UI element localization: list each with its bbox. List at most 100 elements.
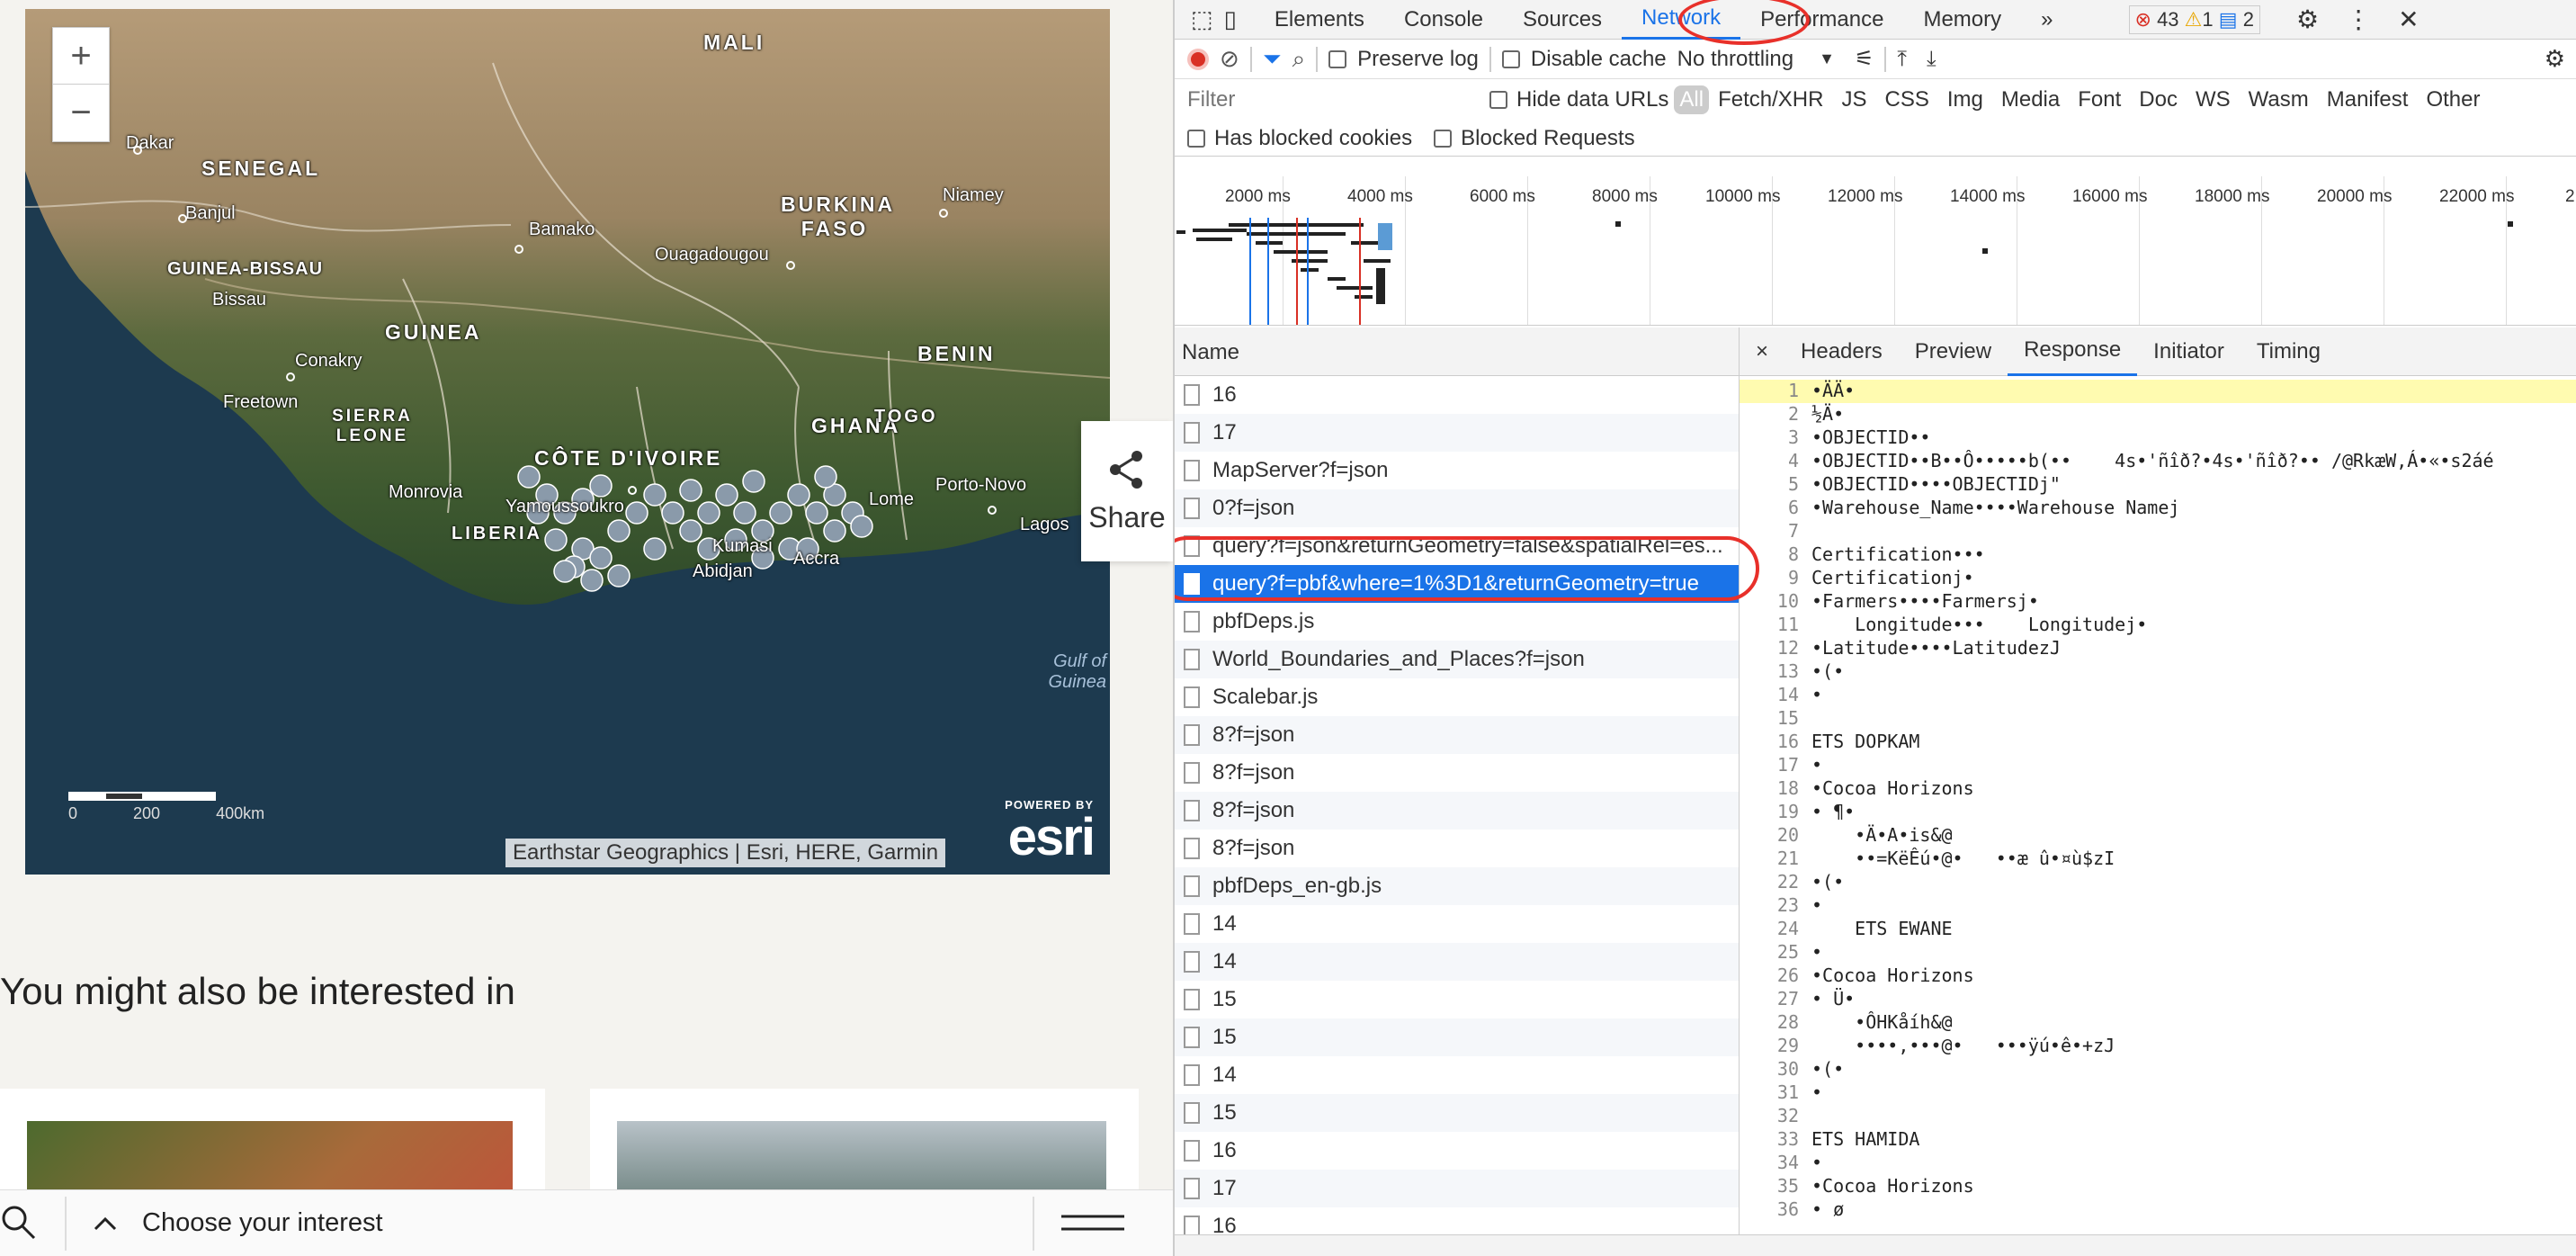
- request-list[interactable]: 16 17 MapServer?f=json 0?f=json query?f=json…: [1175, 376, 1740, 1240]
- response-body[interactable]: 1 •ÄÄ• 2 ½Ä• 3 •OBJECTID•• 4 •OBJECTID••B••Ô•••…: [1740, 380, 2576, 1222]
- request-row[interactable]: World_Boundaries_and_Places?f=json: [1175, 641, 1739, 678]
- choose-interest-label[interactable]: Choose your interest: [142, 1208, 383, 1238]
- blocked-requests-label: Blocked Requests: [1461, 125, 1635, 150]
- filter-type-all[interactable]: All: [1674, 85, 1710, 114]
- filter-type-media[interactable]: Media: [1992, 87, 2069, 112]
- settings-gear-icon[interactable]: ⚙: [2296, 4, 2319, 34]
- device-toolbar-icon[interactable]: ▯: [1224, 5, 1237, 33]
- clear-icon[interactable]: ⊘: [1220, 45, 1239, 73]
- tab-console[interactable]: Console: [1384, 0, 1503, 40]
- request-row[interactable]: 17: [1175, 414, 1739, 452]
- network-settings-icon[interactable]: ⚙: [2545, 45, 2565, 73]
- zoom-in-button[interactable]: +: [53, 28, 109, 85]
- filter-type-css[interactable]: CSS: [1875, 87, 1937, 112]
- request-row[interactable]: pbfDeps.js: [1175, 603, 1739, 641]
- tab-timing[interactable]: Timing: [2241, 327, 2337, 376]
- filter-type-img[interactable]: Img: [1938, 87, 1992, 112]
- share-button[interactable]: Share: [1081, 421, 1173, 561]
- record-icon[interactable]: [1187, 48, 1209, 70]
- chevron-up-icon[interactable]: [92, 1215, 119, 1233]
- request-row[interactable]: 0?f=json: [1175, 489, 1739, 527]
- disable-cache-checkbox[interactable]: [1501, 49, 1520, 68]
- filter-type-font[interactable]: Font: [2069, 87, 2130, 112]
- line-text: •OBJECTID••B••Ô•••••b(•• 4s•'ñîð?•4s•'ñî…: [1811, 450, 2494, 471]
- close-devtools-icon[interactable]: ✕: [2398, 4, 2419, 34]
- blocked-cookies-checkbox[interactable]: [1187, 129, 1205, 148]
- filter-type-doc[interactable]: Doc: [2130, 87, 2187, 112]
- request-row[interactable]: 14: [1175, 905, 1739, 943]
- request-row[interactable]: 8?f=json: [1175, 754, 1739, 792]
- hide-data-urls-checkbox[interactable]: [1489, 91, 1507, 109]
- menu-icon[interactable]: [1061, 1213, 1124, 1234]
- file-icon: [1184, 1027, 1200, 1048]
- request-row[interactable]: 14: [1175, 1056, 1739, 1094]
- line-text: ETS EWANE: [1811, 918, 1953, 939]
- more-tabs-button[interactable]: »: [2021, 0, 2072, 40]
- timeline-tick: 6000 ms: [1470, 187, 1535, 206]
- request-row[interactable]: 15: [1175, 981, 1739, 1018]
- filter-type-ws[interactable]: WS: [2187, 87, 2240, 112]
- close-detail-button[interactable]: ×: [1740, 327, 1784, 376]
- request-row[interactable]: Scalebar.js: [1175, 678, 1739, 716]
- request-name: 14: [1212, 949, 1237, 973]
- tab-headers[interactable]: Headers: [1784, 327, 1899, 376]
- line-text: •: [1811, 894, 1823, 916]
- file-icon: [1184, 422, 1200, 444]
- zoom-out-button[interactable]: −: [53, 85, 109, 141]
- code-line: 9 Certificationj•: [1740, 567, 2576, 590]
- import-har-icon[interactable]: ⤒: [1897, 47, 1907, 72]
- map-view[interactable]: + − MALI SENEGAL BURKINA FASO GUINEA BEN…: [25, 9, 1110, 875]
- line-text: ½Ä•: [1811, 403, 1845, 425]
- preserve-log-checkbox[interactable]: [1328, 49, 1347, 68]
- hide-data-urls-label: Hide data URLs: [1516, 87, 1669, 112]
- request-row[interactable]: 17: [1175, 1170, 1739, 1207]
- tab-preview[interactable]: Preview: [1899, 327, 2008, 376]
- line-text: •ÔHKåíh&@: [1811, 1011, 1953, 1033]
- throttling-select[interactable]: No throttling: [1677, 47, 1793, 72]
- request-row[interactable]: 15: [1175, 1018, 1739, 1056]
- file-icon: [1184, 762, 1200, 784]
- esri-wordmark: esri: [1007, 808, 1096, 866]
- request-row[interactable]: 15: [1175, 1094, 1739, 1132]
- filter-type-other[interactable]: Other: [2417, 87, 2489, 112]
- timeline-tick: 18000 ms: [2195, 187, 2270, 206]
- code-line: 30 •(•: [1740, 1058, 2576, 1081]
- tab-memory[interactable]: Memory: [1903, 0, 2021, 40]
- tab-sources[interactable]: Sources: [1503, 0, 1622, 40]
- request-row[interactable]: pbfDeps_en-gb.js: [1175, 867, 1739, 905]
- tab-elements[interactable]: Elements: [1255, 0, 1384, 40]
- map-label-country: MALI: [703, 31, 765, 54]
- file-icon: [1184, 838, 1200, 859]
- name-column-header[interactable]: Name: [1175, 327, 1740, 376]
- line-text: Certificationj•: [1811, 567, 1974, 588]
- request-row[interactable]: 8?f=json: [1175, 830, 1739, 867]
- kebab-menu-icon[interactable]: ⋮: [2346, 4, 2371, 34]
- export-har-icon[interactable]: ⤓: [1927, 47, 1936, 72]
- filter-type-fetch[interactable]: Fetch/XHR: [1709, 87, 1832, 112]
- request-row[interactable]: 8?f=json: [1175, 792, 1739, 830]
- request-row[interactable]: 14: [1175, 943, 1739, 981]
- inspect-icon[interactable]: ⬚: [1191, 5, 1213, 33]
- request-row[interactable]: 8?f=json: [1175, 716, 1739, 754]
- tab-initiator[interactable]: Initiator: [2137, 327, 2241, 376]
- issue-counters[interactable]: ⊗ 43 ⚠1 ▤ 2: [2128, 4, 2260, 34]
- search-icon[interactable]: ⌕: [1292, 45, 1306, 74]
- tab-response[interactable]: Response: [2008, 327, 2138, 376]
- request-row[interactable]: 16: [1175, 376, 1739, 414]
- search-icon[interactable]: [0, 1204, 40, 1243]
- network-timeline[interactable]: 2000 ms 4000 ms 6000 ms 8000 ms 10000 ms…: [1175, 176, 2576, 326]
- filter-icon[interactable]: ⏷: [1263, 45, 1282, 74]
- request-row[interactable]: MapServer?f=json: [1175, 452, 1739, 489]
- network-conditions-icon[interactable]: ⚟: [1855, 46, 1874, 72]
- filter-type-js[interactable]: JS: [1832, 87, 1875, 112]
- dropdown-arrow-icon[interactable]: ▼: [1819, 49, 1835, 68]
- filter-type-wasm[interactable]: Wasm: [2240, 87, 2318, 112]
- timeline-tick: 10000 ms: [1705, 187, 1781, 206]
- blocked-requests-checkbox[interactable]: [1434, 129, 1453, 148]
- line-number: 16: [1776, 731, 1799, 752]
- filter-input[interactable]: [1184, 85, 1473, 115]
- request-row[interactable]: 16: [1175, 1132, 1739, 1170]
- request-name: 16: [1212, 382, 1237, 407]
- filter-type-manifest[interactable]: Manifest: [2318, 87, 2418, 112]
- code-line: 19 • ¶•: [1740, 801, 2576, 824]
